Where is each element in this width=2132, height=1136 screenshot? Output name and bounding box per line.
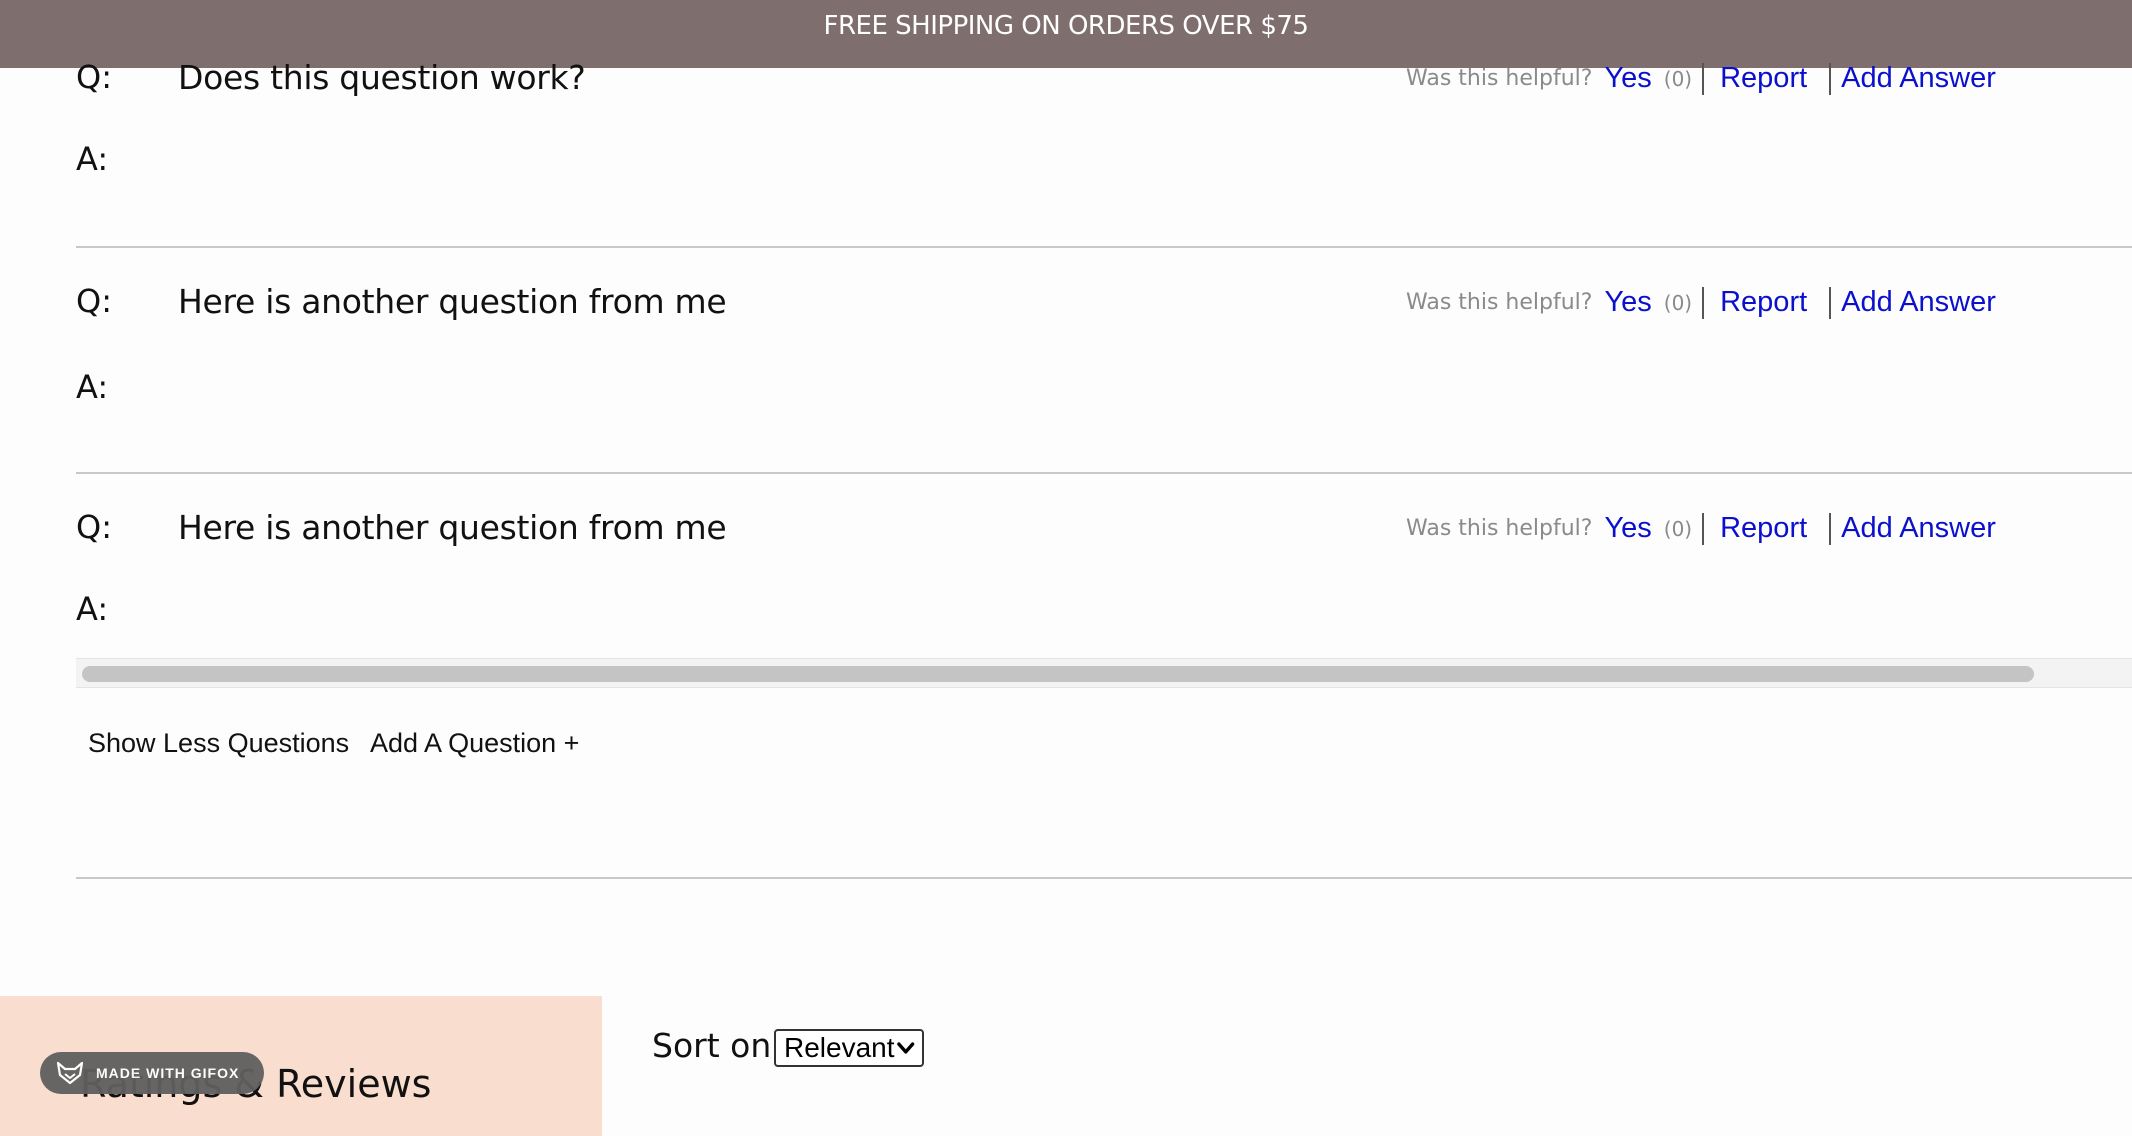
sort-label: Sort on: bbox=[652, 1026, 783, 1065]
answer-prefix: A: bbox=[76, 590, 109, 628]
divider bbox=[76, 877, 2132, 879]
question-prefix: Q: bbox=[76, 508, 112, 546]
sort-selected-value: Relevant bbox=[784, 1032, 895, 1063]
fox-icon bbox=[56, 1061, 84, 1085]
helpful-label: Was this helpful? bbox=[1406, 516, 1593, 541]
scrollbar-thumb[interactable] bbox=[82, 666, 2034, 682]
separator bbox=[1702, 62, 1705, 95]
watermark-text: MADE WITH GIFOX bbox=[96, 1065, 240, 1081]
answer-prefix: A: bbox=[76, 368, 109, 406]
yes-link[interactable]: Yes bbox=[1604, 62, 1651, 95]
add-answer-link[interactable]: Add Answer bbox=[1841, 286, 1996, 319]
separator bbox=[1702, 286, 1705, 319]
question-actions: Was this helpful? Yes (0) Report Add Ans… bbox=[1406, 286, 1996, 319]
question-text: Does this question work? bbox=[178, 58, 586, 97]
helpful-count: (0) bbox=[1663, 516, 1693, 541]
question-text: Here is another question from me bbox=[178, 508, 727, 547]
sort-select[interactable]: Relevant bbox=[774, 1029, 924, 1067]
answer-prefix: A: bbox=[76, 140, 109, 178]
add-answer-link[interactable]: Add Answer bbox=[1841, 62, 1996, 95]
question-prefix: Q: bbox=[76, 282, 112, 320]
show-less-questions-button[interactable]: Show Less Questions bbox=[88, 728, 349, 759]
yes-link[interactable]: Yes bbox=[1604, 286, 1651, 319]
question-text: Here is another question from me bbox=[178, 282, 727, 321]
report-link[interactable]: Report bbox=[1720, 62, 1807, 95]
helpful-count: (0) bbox=[1663, 290, 1693, 315]
divider bbox=[76, 246, 2132, 248]
question-actions: Was this helpful? Yes (0) Report Add Ans… bbox=[1406, 62, 1996, 95]
helpful-label: Was this helpful? bbox=[1406, 290, 1593, 315]
add-question-button[interactable]: Add A Question + bbox=[370, 728, 579, 759]
separator bbox=[1829, 512, 1832, 545]
yes-link[interactable]: Yes bbox=[1604, 512, 1651, 545]
add-answer-link[interactable]: Add Answer bbox=[1841, 512, 1996, 545]
divider bbox=[76, 472, 2132, 474]
horizontal-scrollbar[interactable] bbox=[76, 658, 2132, 688]
chevron-down-icon bbox=[896, 1042, 914, 1054]
separator bbox=[1829, 286, 1832, 319]
report-link[interactable]: Report bbox=[1720, 512, 1807, 545]
gifox-watermark: MADE WITH GIFOX bbox=[40, 1052, 264, 1094]
separator bbox=[1702, 512, 1705, 545]
question-prefix: Q: bbox=[76, 58, 112, 96]
helpful-label: Was this helpful? bbox=[1406, 66, 1593, 91]
question-actions: Was this helpful? Yes (0) Report Add Ans… bbox=[1406, 512, 1996, 545]
report-link[interactable]: Report bbox=[1720, 286, 1807, 319]
separator bbox=[1829, 62, 1832, 95]
helpful-count: (0) bbox=[1663, 66, 1693, 91]
